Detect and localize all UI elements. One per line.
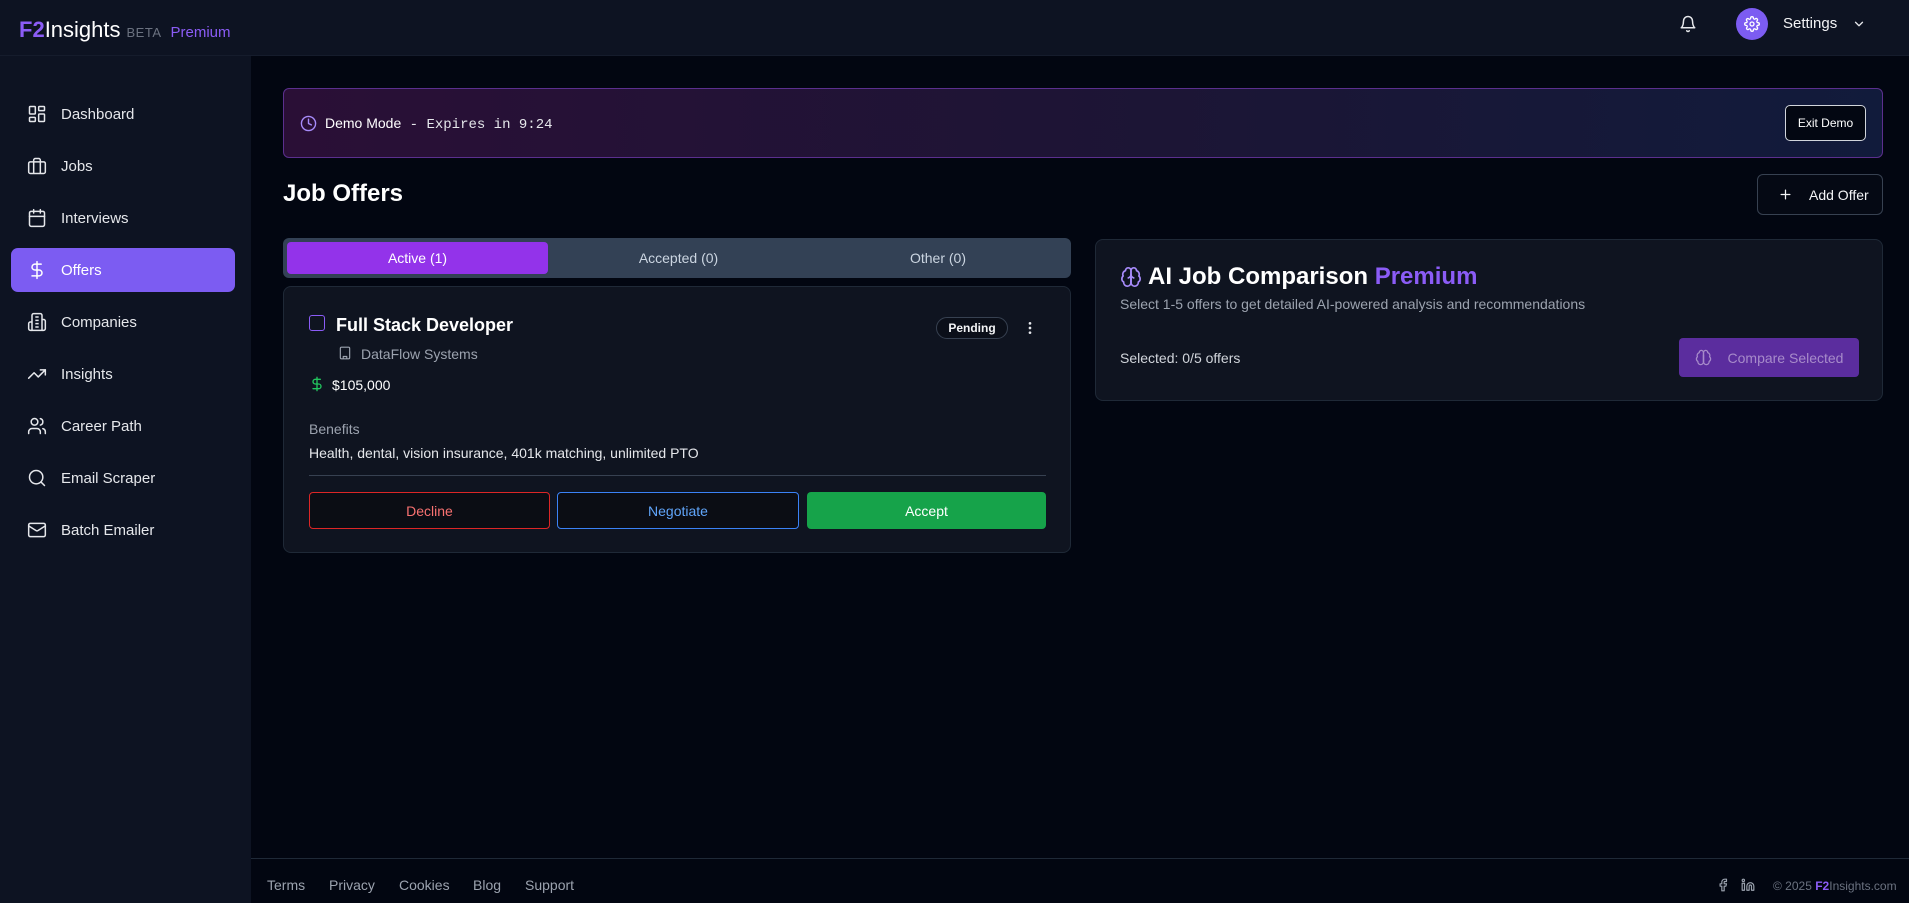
search-icon: [28, 469, 46, 487]
briefcase-icon: [27, 157, 47, 175]
sidebar-item-label: Jobs: [61, 157, 93, 175]
sidebar-item-dashboard[interactable]: Dashboard: [11, 92, 235, 136]
sidebar-item-label: Batch Emailer: [61, 521, 155, 539]
exit-demo-button[interactable]: Exit Demo: [1785, 105, 1866, 141]
building-icon: [27, 312, 47, 332]
dollar-icon: [31, 260, 43, 280]
top-header: F2 Insights BETA Premium Settings: [0, 0, 1909, 56]
plus-icon: [1780, 189, 1791, 200]
ai-title-text: AI Job Comparison: [1148, 263, 1369, 290]
copyright-prefix: © 2025: [1773, 879, 1816, 893]
decline-button[interactable]: Decline: [309, 492, 550, 529]
offer-card: Full Stack Developer DataFlow Systems Pe…: [283, 286, 1071, 553]
copyright: © 2025 F2Insights.com: [1773, 879, 1897, 893]
footer: Terms Privacy Cookies Blog Support © 202…: [251, 858, 1909, 903]
compare-selected-button[interactable]: Compare Selected: [1679, 338, 1859, 377]
demo-status-text: Demo Mode - Expires in 9:24: [325, 115, 553, 133]
sidebar-item-label: Email Scraper: [61, 469, 156, 487]
facebook-icon[interactable]: [1716, 878, 1730, 892]
premium-badge: Premium: [170, 24, 231, 41]
beta-badge: BETA: [126, 25, 162, 40]
gear-icon: [1744, 16, 1760, 32]
clock-icon: [300, 115, 317, 132]
tab-active[interactable]: Active (1): [287, 242, 548, 274]
dollar-icon: [312, 376, 322, 392]
ai-comparison-title: AI Job Comparison Premium: [1148, 263, 1477, 291]
demo-mode-label: Demo Mode: [325, 115, 402, 131]
sidebar-item-career-path[interactable]: Career Path: [11, 404, 235, 448]
chevron-down-icon[interactable]: [1852, 17, 1866, 31]
copyright-f2: F2: [1815, 879, 1830, 893]
sidebar-item-jobs[interactable]: Jobs: [11, 144, 235, 188]
mail-icon: [27, 522, 47, 538]
footer-link-cookies[interactable]: Cookies: [399, 877, 450, 893]
tab-accepted[interactable]: Accepted (0): [548, 242, 809, 274]
benefits-label: Benefits: [309, 421, 360, 437]
status-badge: Pending: [936, 317, 1008, 339]
logo-insights: Insights: [44, 17, 121, 42]
sidebar-item-label: Companies: [61, 313, 137, 331]
more-vertical-icon[interactable]: [1022, 319, 1038, 337]
footer-link-support[interactable]: Support: [525, 877, 574, 893]
offer-salary: $105,000: [332, 377, 391, 393]
sidebar-item-interviews[interactable]: Interviews: [11, 196, 235, 240]
footer-link-terms[interactable]: Terms: [267, 877, 305, 893]
bell-icon[interactable]: [1679, 15, 1697, 33]
compare-selected-label: Compare Selected: [1727, 349, 1844, 366]
sidebar-item-label: Offers: [61, 261, 102, 279]
sidebar-item-email-scraper[interactable]: Email Scraper: [11, 456, 235, 500]
demo-expiry-timer: - Expires in 9:24: [401, 117, 553, 133]
brain-icon: [1121, 267, 1141, 287]
brain-icon: [1695, 349, 1711, 366]
linkedin-icon[interactable]: [1741, 878, 1755, 892]
ai-comparison-panel: AI Job Comparison Premium Select 1-5 off…: [1095, 239, 1883, 401]
sidebar-item-label: Insights: [61, 365, 113, 383]
settings-label[interactable]: Settings: [1783, 15, 1837, 32]
tab-other[interactable]: Other (0): [809, 242, 1067, 274]
sidebar-item-label: Interviews: [61, 209, 129, 227]
ai-comparison-subtitle: Select 1-5 offers to get detailed AI-pow…: [1120, 296, 1586, 312]
add-offer-label: Add Offer: [1809, 186, 1869, 203]
divider: [309, 475, 1046, 476]
offer-status-tabs: Active (1) Accepted (0) Other (0): [283, 238, 1071, 278]
add-offer-button[interactable]: Add Offer: [1757, 174, 1883, 215]
footer-link-privacy[interactable]: Privacy: [329, 877, 375, 893]
accept-button[interactable]: Accept: [807, 492, 1046, 529]
logo-f2: F2: [19, 17, 45, 42]
demo-banner: Demo Mode - Expires in 9:24 Exit Demo: [283, 88, 1883, 158]
sidebar-item-label: Career Path: [61, 417, 142, 435]
benefits-text: Health, dental, vision insurance, 401k m…: [309, 445, 699, 461]
offer-select-checkbox[interactable]: [309, 315, 325, 331]
premium-badge: Premium: [1374, 263, 1478, 290]
dashboard-icon: [28, 105, 46, 123]
copyright-suffix: Insights.com: [1829, 879, 1897, 893]
sidebar-item-companies[interactable]: Companies: [11, 300, 235, 344]
sidebar-item-insights[interactable]: Insights: [11, 352, 235, 396]
offer-title: Full Stack Developer: [336, 315, 514, 335]
sidebar-item-batch-emailer[interactable]: Batch Emailer: [11, 508, 235, 552]
selected-count: Selected: 0/5 offers: [1120, 350, 1241, 366]
negotiate-button[interactable]: Negotiate: [557, 492, 799, 529]
sidebar: Dashboard Jobs Interviews Offers Compani…: [0, 56, 251, 903]
sidebar-item-label: Dashboard: [61, 105, 135, 123]
settings-avatar[interactable]: [1736, 8, 1768, 40]
trending-up-icon: [27, 369, 47, 379]
users-icon: [27, 417, 47, 435]
offer-company: DataFlow Systems: [361, 346, 478, 362]
brand-logo[interactable]: F2 Insights BETA Premium: [19, 17, 231, 43]
footer-link-blog[interactable]: Blog: [473, 877, 501, 893]
sidebar-item-offers[interactable]: Offers: [11, 248, 235, 292]
page-title: Job Offers: [283, 180, 404, 207]
building-icon: [339, 346, 351, 360]
calendar-icon: [28, 208, 46, 228]
